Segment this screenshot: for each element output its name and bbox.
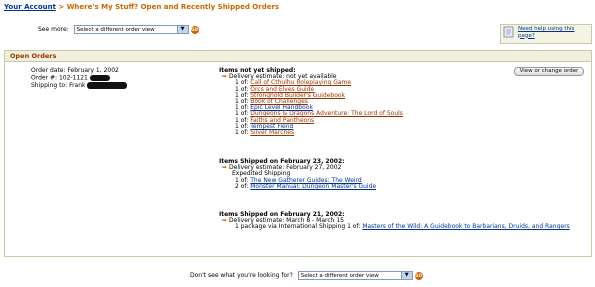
order-number-row: Order #: 102-1121: [31, 74, 127, 82]
item-title-link[interactable]: Monster Manual: Dungeon Master's Guide: [250, 183, 376, 190]
order-number-value: 102-1121: [58, 74, 88, 81]
item-quantity: 1 of:: [235, 129, 249, 137]
shipping-to-row: Shipping to: Frank: [31, 81, 128, 90]
footer-label: Don't see what you're looking for?: [190, 272, 293, 279]
arrow-icon: ➥: [222, 217, 228, 225]
shipped-section-2: Items Shipped on February 21, 2002: ➥ Del…: [219, 211, 570, 231]
shipping-note: 1 package via International Shipping: [235, 223, 346, 231]
see-more-label: See more:: [38, 26, 69, 33]
item-row: 1 package via International Shipping 1 o…: [219, 224, 570, 230]
redacted-block: [89, 74, 110, 81]
item-title-link[interactable]: Masters of the Wild: A Guidebook to Barb…: [362, 223, 569, 230]
breadcrumb: Your Account > Where's My Stuff? Open an…: [4, 3, 279, 11]
order-view-select[interactable]: Select a different order view ▼: [73, 25, 189, 34]
shipped-items: 1 of: The New Gatherer Guides: The Weird…: [219, 177, 376, 190]
breadcrumb-your-account-link[interactable]: Your Account: [4, 3, 56, 11]
item-title-link[interactable]: Silver Marches: [250, 129, 294, 136]
shipped-section-1: Items Shipped on February 23, 2002: ➥ Del…: [219, 158, 376, 190]
go-button[interactable]: GO: [190, 25, 199, 34]
chevron-down-icon[interactable]: ▼: [400, 272, 412, 279]
order-date-value: February 1, 2002: [67, 67, 119, 74]
item-row: 2 of: Monster Manual: Dungeon Master's G…: [219, 182, 376, 190]
shipping-to-value: Frank: [69, 81, 86, 89]
item-quantity: 1 of:: [347, 223, 361, 231]
arrow-icon: ➥: [222, 73, 228, 81]
shipped-items: 1 package via International Shipping 1 o…: [219, 224, 570, 230]
footer-bar: Don't see what you're looking for? Selec…: [190, 271, 423, 280]
footer-order-view-select[interactable]: Select a different order view ▼: [297, 271, 413, 280]
order-view-select-value: Select a different order view: [76, 27, 155, 33]
view-or-change-order-button[interactable]: View or change order: [514, 67, 584, 76]
help-page-icon: [503, 26, 514, 38]
order-number-label: Order #:: [31, 74, 58, 81]
order-date-label: Order date:: [31, 67, 66, 74]
footer-go-button[interactable]: GO: [414, 271, 423, 280]
help-box: Need help using this page?: [500, 24, 592, 44]
item-quantity: 2 of:: [235, 182, 249, 190]
not-shipped-section: Items not yet shipped: ➥ Delivery estimat…: [219, 67, 403, 136]
item-row: 1 of: Silver Marches: [219, 129, 403, 137]
footer-select-value: Select a different order view: [300, 273, 379, 279]
open-orders-header: Open Orders: [5, 51, 591, 62]
not-shipped-items: 1 of: Call of Cthulhu Roleplaying Game 1 …: [219, 80, 403, 136]
shipping-to-label: Shipping to:: [31, 81, 68, 89]
help-link[interactable]: Need help using this page?: [518, 26, 589, 39]
order-info: Order date: February 1, 2002 Order #: 10…: [31, 67, 128, 90]
page-title: Where's My Stuff? Open and Recently Ship…: [66, 3, 280, 11]
arrow-icon: ➥: [222, 164, 228, 172]
see-more-bar: See more: Select a different order view …: [38, 25, 199, 34]
breadcrumb-separator: >: [55, 3, 67, 11]
chevron-down-icon[interactable]: ▼: [176, 26, 188, 33]
redacted-block: [87, 81, 128, 89]
